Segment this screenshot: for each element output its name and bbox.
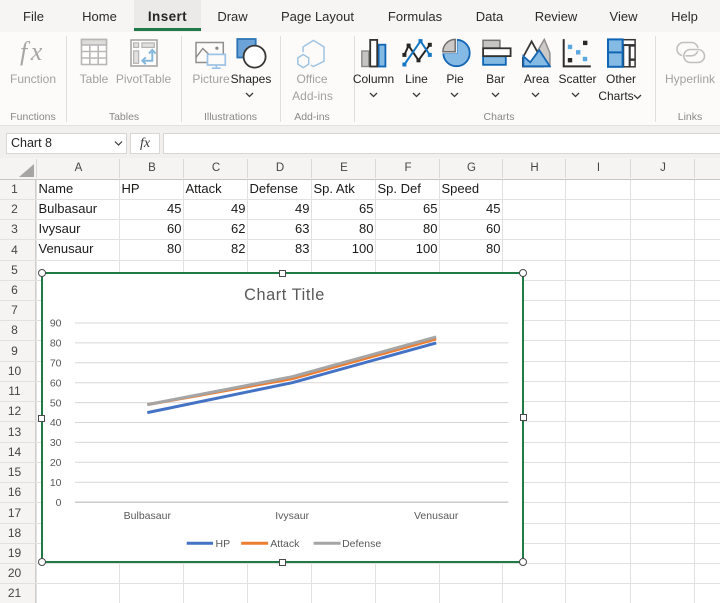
svg-text:80: 80 xyxy=(50,338,62,350)
svg-text:70: 70 xyxy=(50,358,62,370)
svg-text:Chart Title: Chart Title xyxy=(244,286,325,304)
svg-text:HP: HP xyxy=(216,538,231,550)
svg-text:Defense: Defense xyxy=(342,538,381,550)
svg-text:10: 10 xyxy=(50,477,62,489)
svg-text:20: 20 xyxy=(50,457,62,469)
svg-text:30: 30 xyxy=(50,437,62,449)
svg-text:50: 50 xyxy=(50,397,62,409)
svg-text:Bulbasaur: Bulbasaur xyxy=(124,510,172,522)
svg-text:90: 90 xyxy=(50,318,62,330)
svg-text:Ivysaur: Ivysaur xyxy=(275,510,309,522)
svg-text:60: 60 xyxy=(50,377,62,389)
svg-text:Venusaur: Venusaur xyxy=(414,510,459,522)
svg-text:40: 40 xyxy=(50,417,62,429)
svg-text:Attack: Attack xyxy=(270,538,300,550)
svg-text:0: 0 xyxy=(56,497,62,509)
